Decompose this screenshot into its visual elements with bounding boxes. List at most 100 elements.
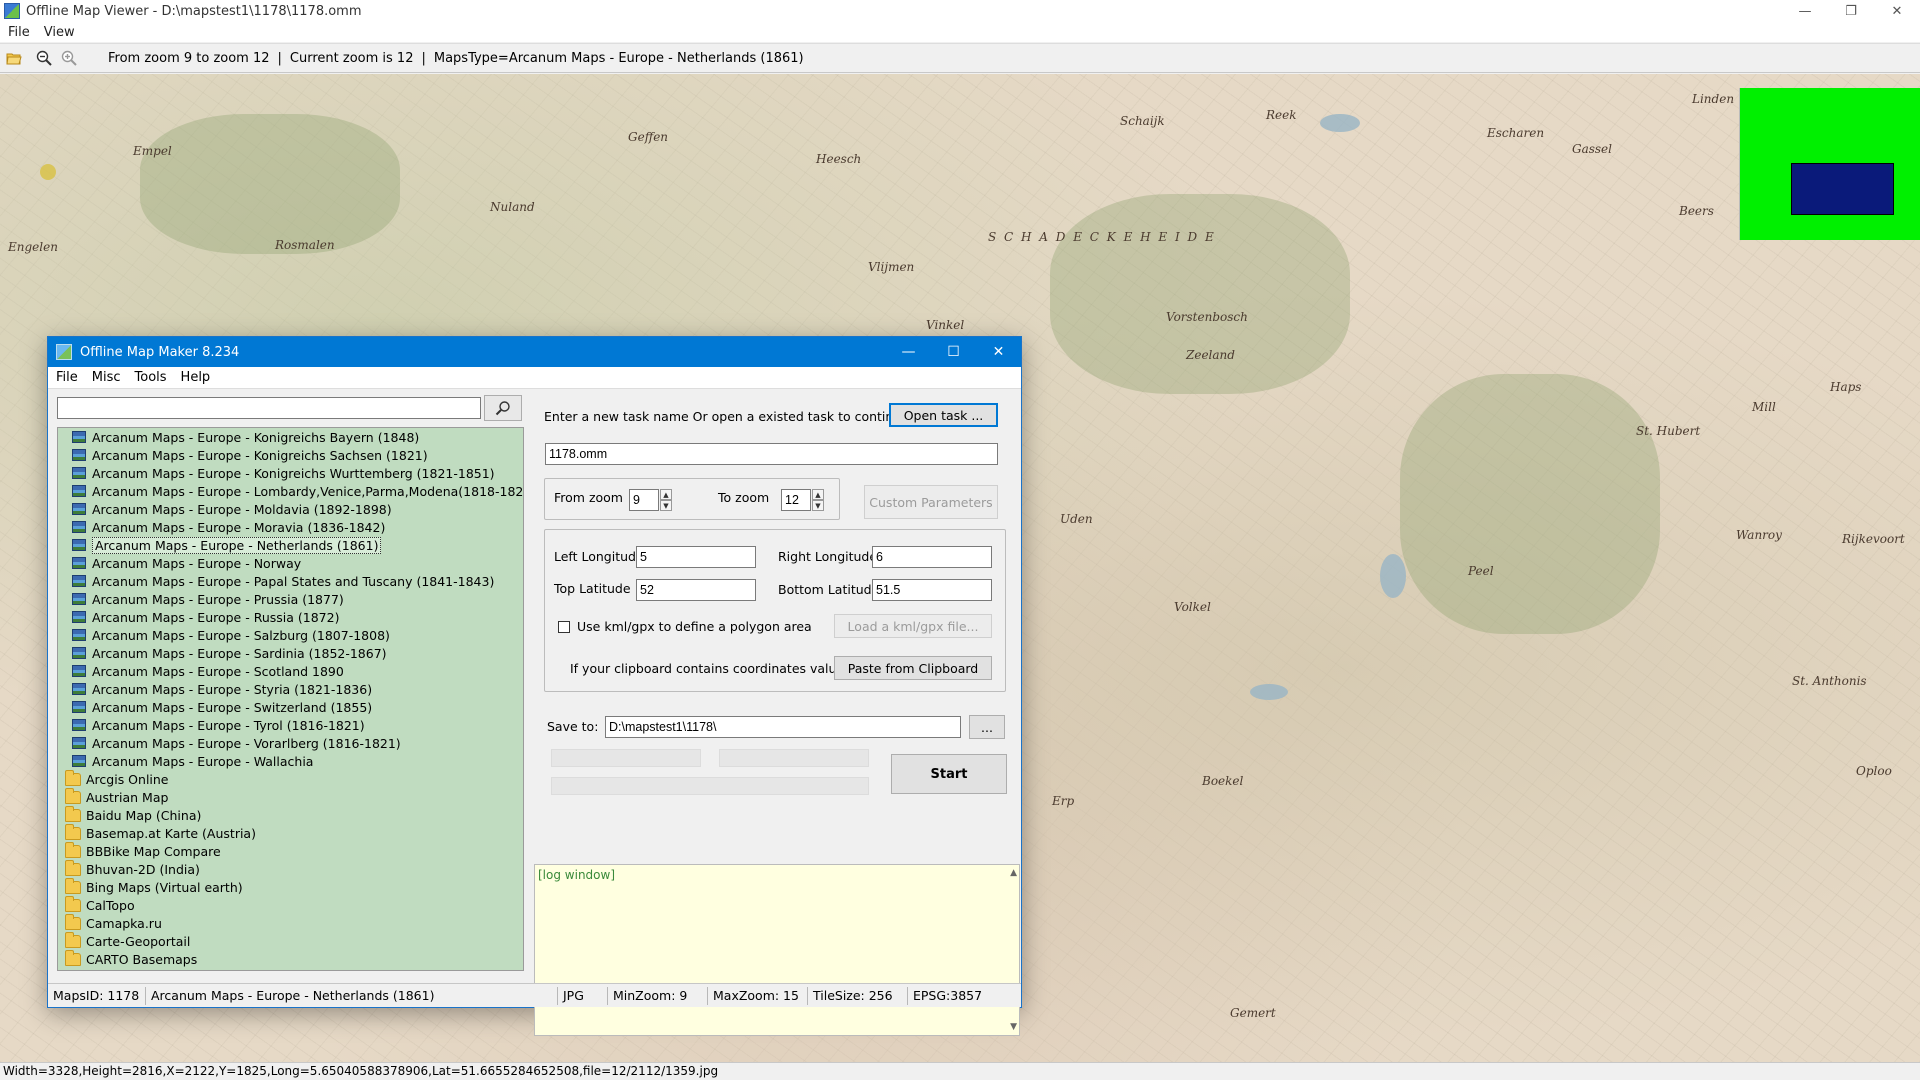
- log-window[interactable]: [log window] ▲ ▼: [534, 864, 1020, 1036]
- menu-file[interactable]: File: [8, 25, 30, 40]
- tree-folder[interactable]: › CalTopo: [58, 895, 135, 914]
- expand-icon[interactable]: ›: [58, 936, 62, 946]
- tree-item[interactable]: Arcanum Maps - Europe - Tyrol (1816-1821…: [72, 716, 365, 734]
- left-longitude-input[interactable]: [636, 546, 756, 568]
- progress-bar: [551, 749, 701, 767]
- expand-icon[interactable]: ›: [58, 954, 62, 964]
- minimap-viewport[interactable]: [1791, 163, 1894, 215]
- custom-parameters-button[interactable]: Custom Parameters: [864, 485, 998, 519]
- expand-icon[interactable]: ›: [58, 882, 62, 892]
- right-longitude-input[interactable]: [872, 546, 992, 568]
- main-window-controls: — ❐ ✕: [1782, 0, 1920, 22]
- expand-icon[interactable]: ›: [58, 774, 62, 784]
- tree-item[interactable]: Arcanum Maps - Europe - Salzburg (1807-1…: [72, 626, 390, 644]
- browse-button[interactable]: ...: [969, 715, 1005, 739]
- toolbar-info: From zoom 9 to zoom 12 | Current zoom is…: [108, 51, 804, 66]
- tree-item[interactable]: Arcanum Maps - Europe - Moravia (1836-18…: [72, 518, 385, 536]
- tree-item[interactable]: Arcanum Maps - Europe - Lombardy,Venice,…: [72, 482, 523, 500]
- tree-folder[interactable]: › Camapka.ru: [58, 913, 162, 932]
- from-zoom-stepper[interactable]: ▲ ▼: [660, 489, 672, 511]
- tree-folder[interactable]: › BBBike Map Compare: [58, 841, 221, 860]
- tree-item[interactable]: Arcanum Maps - Europe - Scotland 1890: [72, 662, 344, 680]
- menu-tools[interactable]: Tools: [135, 370, 167, 385]
- expand-icon[interactable]: ›: [58, 792, 62, 802]
- chevron-down-icon[interactable]: ▼: [660, 500, 672, 511]
- open-task-button[interactable]: Open task ...: [889, 403, 998, 427]
- tree-item-selected[interactable]: Arcanum Maps - Europe - Netherlands (186…: [72, 536, 382, 554]
- menu-file[interactable]: File: [56, 370, 78, 385]
- menu-view[interactable]: View: [44, 25, 75, 40]
- chevron-down-icon[interactable]: ▼: [812, 500, 824, 511]
- map-label: Haps: [1830, 380, 1862, 394]
- tree-folder[interactable]: › Basemap.at Karte (Austria): [58, 823, 256, 842]
- map-source-tree[interactable]: Arcanum Maps - Europe - Konigreichs Baye…: [57, 427, 524, 971]
- paste-clipboard-button[interactable]: Paste from Clipboard: [834, 656, 992, 680]
- expand-icon[interactable]: ›: [58, 900, 62, 910]
- search-icon: [495, 401, 510, 416]
- map-layer-icon: [72, 521, 86, 533]
- kml-polygon-checkbox[interactable]: [558, 621, 570, 633]
- expand-icon[interactable]: ›: [58, 918, 62, 928]
- expand-icon[interactable]: ›: [58, 810, 62, 820]
- tree-folder[interactable]: › Baidu Map (China): [58, 805, 201, 824]
- expand-icon[interactable]: ›: [58, 846, 62, 856]
- scroll-down-icon[interactable]: ▼: [1010, 1022, 1017, 1032]
- minimap[interactable]: [1739, 88, 1920, 240]
- maximize-icon[interactable]: ☐: [931, 337, 976, 367]
- tree-item[interactable]: Arcanum Maps - Europe - Norway: [72, 554, 301, 572]
- tree-item[interactable]: Arcanum Maps - Europe - Konigreichs Wurt…: [72, 464, 495, 482]
- zoom-in-button[interactable]: [58, 47, 80, 69]
- map-search-input[interactable]: [57, 397, 481, 419]
- tree-item[interactable]: Arcanum Maps - Europe - Konigreichs Sach…: [72, 446, 428, 464]
- to-zoom-input[interactable]: [781, 489, 811, 511]
- minimize-icon[interactable]: —: [886, 337, 931, 367]
- restore-icon[interactable]: ❐: [1828, 0, 1874, 22]
- separator: |: [421, 50, 426, 66]
- tree-item[interactable]: Arcanum Maps - Europe - Vorarlberg (1816…: [72, 734, 401, 752]
- tree-item[interactable]: Arcanum Maps - Europe - Russia (1872): [72, 608, 339, 626]
- tree-folder[interactable]: › Austrian Map: [58, 787, 168, 806]
- close-icon[interactable]: ✕: [1874, 0, 1920, 22]
- tree-folder[interactable]: › Arcgis Online: [58, 769, 169, 788]
- load-kml-button[interactable]: Load a kml/gpx file...: [834, 614, 992, 638]
- tree-item[interactable]: Arcanum Maps - Europe - Switzerland (185…: [72, 698, 372, 716]
- map-wood-area: [1050, 194, 1350, 394]
- search-button[interactable]: [484, 395, 522, 421]
- maps-type-text: MapsType=Arcanum Maps - Europe - Netherl…: [433, 50, 804, 66]
- top-latitude-input[interactable]: [636, 579, 756, 601]
- tree-item[interactable]: Arcanum Maps - Europe - Prussia (1877): [72, 590, 344, 608]
- tree-folder[interactable]: › Bhuvan-2D (India): [58, 859, 200, 878]
- chevron-up-icon[interactable]: ▲: [660, 489, 672, 500]
- tree-folder[interactable]: › Bing Maps (Virtual earth): [58, 877, 243, 896]
- open-folder-button[interactable]: [3, 47, 25, 69]
- minimize-icon[interactable]: —: [1782, 0, 1828, 22]
- expand-icon[interactable]: ›: [58, 864, 62, 874]
- from-zoom-input[interactable]: [629, 489, 659, 511]
- zoom-out-button[interactable]: [33, 47, 55, 69]
- tree-item[interactable]: Arcanum Maps - Europe - Sardinia (1852-1…: [72, 644, 387, 662]
- tree-folder[interactable]: › Carte-Geoportail: [58, 931, 190, 950]
- bottom-latitude-input[interactable]: [872, 579, 992, 601]
- chevron-up-icon[interactable]: ▲: [812, 489, 824, 500]
- save-path-input[interactable]: [605, 716, 961, 738]
- tree-item[interactable]: Arcanum Maps - Europe - Styria (1821-183…: [72, 680, 372, 698]
- to-zoom-stepper[interactable]: ▲ ▼: [812, 489, 824, 511]
- start-button[interactable]: Start: [891, 754, 1007, 794]
- status-tile-size: TileSize: 256: [808, 986, 908, 1005]
- map-label: Uden: [1060, 512, 1093, 526]
- tree-item[interactable]: Arcanum Maps - Europe - Papal States and…: [72, 572, 494, 590]
- map-label: Nuland: [490, 200, 535, 214]
- folder-icon: [65, 949, 81, 966]
- tree-item[interactable]: Arcanum Maps - Europe - Moldavia (1892-1…: [72, 500, 392, 518]
- scroll-up-icon[interactable]: ▲: [1010, 868, 1017, 878]
- close-icon[interactable]: ✕: [976, 337, 1021, 367]
- task-name-input[interactable]: [545, 443, 998, 465]
- menu-help[interactable]: Help: [181, 370, 211, 385]
- tree-folder[interactable]: › CARTO Basemaps: [58, 949, 197, 968]
- expand-icon[interactable]: ›: [58, 828, 62, 838]
- tree-item[interactable]: Arcanum Maps - Europe - Konigreichs Baye…: [72, 428, 419, 446]
- menu-misc[interactable]: Misc: [92, 370, 121, 385]
- map-layer-icon: [72, 431, 86, 443]
- log-window-label: [log window]: [538, 868, 615, 882]
- tree-item[interactable]: Arcanum Maps - Europe - Wallachia: [72, 752, 313, 770]
